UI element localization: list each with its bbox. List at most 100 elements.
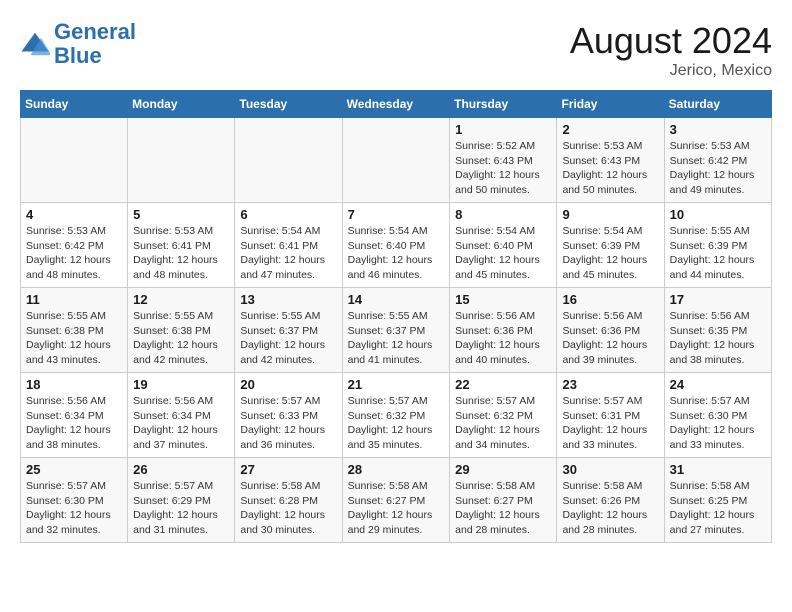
- day-number: 17: [670, 292, 766, 307]
- calendar-cell: 26Sunrise: 5:57 AM Sunset: 6:29 PM Dayli…: [128, 458, 235, 543]
- weekday-header-saturday: Saturday: [664, 91, 771, 118]
- day-number: 27: [240, 462, 336, 477]
- calendar-cell: 25Sunrise: 5:57 AM Sunset: 6:30 PM Dayli…: [21, 458, 128, 543]
- calendar-week-5: 25Sunrise: 5:57 AM Sunset: 6:30 PM Dayli…: [21, 458, 772, 543]
- calendar-cell: 22 Sunrise: 5:57 AM Sunset: 6:32 PM Dayli…: [450, 373, 557, 458]
- day-number: 22: [455, 377, 551, 392]
- day-number: 16: [562, 292, 658, 307]
- day-info: Sunrise: 5:57 AM Sunset: 6:31 PM Dayligh…: [562, 394, 658, 453]
- weekday-header-friday: Friday: [557, 91, 664, 118]
- calendar-cell: 27Sunrise: 5:58 AM Sunset: 6:28 PM Dayli…: [235, 458, 342, 543]
- day-number: 20: [240, 377, 336, 392]
- day-number: 15: [455, 292, 551, 307]
- day-number: 14: [348, 292, 445, 307]
- calendar-cell: 17Sunrise: 5:56 AM Sunset: 6:35 PM Dayli…: [664, 288, 771, 373]
- calendar-cell: 1 Sunrise: 5:52 AM Sunset: 6:43 PM Daylig…: [450, 118, 557, 203]
- calendar-cell: 2 Sunrise: 5:53 AM Sunset: 6:43 PM Daylig…: [557, 118, 664, 203]
- day-info: Sunrise: 5:57 AM Sunset: 6:32 PM Dayligh…: [455, 394, 551, 453]
- day-info: Sunrise: 5:55 AM Sunset: 6:37 PM Dayligh…: [240, 309, 336, 368]
- day-info: Sunrise: 5:58 AM Sunset: 6:25 PM Dayligh…: [670, 479, 766, 538]
- day-number: 21: [348, 377, 445, 392]
- weekday-header-sunday: Sunday: [21, 91, 128, 118]
- day-info: Sunrise: 5:58 AM Sunset: 6:27 PM Dayligh…: [455, 479, 551, 538]
- day-number: 4: [26, 207, 122, 222]
- calendar-cell: 8 Sunrise: 5:54 AM Sunset: 6:40 PM Daylig…: [450, 203, 557, 288]
- day-info: Sunrise: 5:53 AM Sunset: 6:42 PM Dayligh…: [670, 139, 766, 198]
- logo-text: General Blue: [54, 20, 136, 68]
- day-info: Sunrise: 5:54 AM Sunset: 6:41 PM Dayligh…: [240, 224, 336, 283]
- calendar-cell: [128, 118, 235, 203]
- calendar-cell: 3 Sunrise: 5:53 AM Sunset: 6:42 PM Daylig…: [664, 118, 771, 203]
- day-info: Sunrise: 5:54 AM Sunset: 6:40 PM Dayligh…: [348, 224, 445, 283]
- day-info: Sunrise: 5:56 AM Sunset: 6:36 PM Dayligh…: [562, 309, 658, 368]
- day-number: 9: [562, 207, 658, 222]
- day-number: 23: [562, 377, 658, 392]
- month-year-title: August 2024: [570, 20, 772, 62]
- day-number: 12: [133, 292, 229, 307]
- day-number: 31: [670, 462, 766, 477]
- day-info: Sunrise: 5:52 AM Sunset: 6:43 PM Dayligh…: [455, 139, 551, 198]
- day-info: Sunrise: 5:57 AM Sunset: 6:32 PM Dayligh…: [348, 394, 445, 453]
- calendar-cell: [21, 118, 128, 203]
- calendar-cell: 10 Sunrise: 5:55 AM Sunset: 6:39 PM Dayli…: [664, 203, 771, 288]
- day-number: 8: [455, 207, 551, 222]
- day-info: Sunrise: 5:58 AM Sunset: 6:27 PM Dayligh…: [348, 479, 445, 538]
- day-number: 19: [133, 377, 229, 392]
- day-info: Sunrise: 5:55 AM Sunset: 6:39 PM Dayligh…: [670, 224, 766, 283]
- day-info: Sunrise: 5:53 AM Sunset: 6:41 PM Dayligh…: [133, 224, 229, 283]
- day-info: Sunrise: 5:55 AM Sunset: 6:38 PM Dayligh…: [26, 309, 122, 368]
- day-info: Sunrise: 5:58 AM Sunset: 6:26 PM Dayligh…: [562, 479, 658, 538]
- calendar-cell: [235, 118, 342, 203]
- day-number: 29: [455, 462, 551, 477]
- calendar-body: 1 Sunrise: 5:52 AM Sunset: 6:43 PM Daylig…: [21, 118, 772, 543]
- calendar-cell: [342, 118, 450, 203]
- weekday-header-tuesday: Tuesday: [235, 91, 342, 118]
- logo-icon: [20, 29, 50, 59]
- calendar-week-1: 1 Sunrise: 5:52 AM Sunset: 6:43 PM Daylig…: [21, 118, 772, 203]
- day-info: Sunrise: 5:56 AM Sunset: 6:34 PM Dayligh…: [26, 394, 122, 453]
- calendar-week-2: 4 Sunrise: 5:53 AM Sunset: 6:42 PM Daylig…: [21, 203, 772, 288]
- calendar-cell: 11Sunrise: 5:55 AM Sunset: 6:38 PM Dayli…: [21, 288, 128, 373]
- calendar-cell: 30Sunrise: 5:58 AM Sunset: 6:26 PM Dayli…: [557, 458, 664, 543]
- day-number: 1: [455, 122, 551, 137]
- calendar-cell: 12 Sunrise: 5:55 AM Sunset: 6:38 PM Dayli…: [128, 288, 235, 373]
- calendar-cell: 7Sunrise: 5:54 AM Sunset: 6:40 PM Daylig…: [342, 203, 450, 288]
- day-info: Sunrise: 5:53 AM Sunset: 6:42 PM Dayligh…: [26, 224, 122, 283]
- day-info: Sunrise: 5:55 AM Sunset: 6:38 PM Dayligh…: [133, 309, 229, 368]
- calendar-week-3: 11Sunrise: 5:55 AM Sunset: 6:38 PM Dayli…: [21, 288, 772, 373]
- day-number: 10: [670, 207, 766, 222]
- day-info: Sunrise: 5:56 AM Sunset: 6:34 PM Dayligh…: [133, 394, 229, 453]
- day-number: 2: [562, 122, 658, 137]
- day-info: Sunrise: 5:57 AM Sunset: 6:33 PM Dayligh…: [240, 394, 336, 453]
- calendar-cell: 23 Sunrise: 5:57 AM Sunset: 6:31 PM Dayli…: [557, 373, 664, 458]
- calendar-cell: 29 Sunrise: 5:58 AM Sunset: 6:27 PM Dayli…: [450, 458, 557, 543]
- weekday-header-thursday: Thursday: [450, 91, 557, 118]
- day-number: 28: [348, 462, 445, 477]
- location-label: Jerico, Mexico: [570, 62, 772, 80]
- day-info: Sunrise: 5:53 AM Sunset: 6:43 PM Dayligh…: [562, 139, 658, 198]
- calendar-cell: 16 Sunrise: 5:56 AM Sunset: 6:36 PM Dayli…: [557, 288, 664, 373]
- weekday-header-wednesday: Wednesday: [342, 91, 450, 118]
- weekday-header-monday: Monday: [128, 91, 235, 118]
- title-block: August 2024 Jerico, Mexico: [570, 20, 772, 80]
- day-number: 6: [240, 207, 336, 222]
- calendar-cell: 4 Sunrise: 5:53 AM Sunset: 6:42 PM Daylig…: [21, 203, 128, 288]
- day-number: 3: [670, 122, 766, 137]
- day-number: 24: [670, 377, 766, 392]
- day-info: Sunrise: 5:54 AM Sunset: 6:40 PM Dayligh…: [455, 224, 551, 283]
- day-number: 18: [26, 377, 122, 392]
- weekday-header-row: SundayMondayTuesdayWednesdayThursdayFrid…: [21, 91, 772, 118]
- day-info: Sunrise: 5:55 AM Sunset: 6:37 PM Dayligh…: [348, 309, 445, 368]
- day-number: 13: [240, 292, 336, 307]
- calendar-cell: 24 Sunrise: 5:57 AM Sunset: 6:30 PM Dayli…: [664, 373, 771, 458]
- day-info: Sunrise: 5:54 AM Sunset: 6:39 PM Dayligh…: [562, 224, 658, 283]
- calendar-cell: 21 Sunrise: 5:57 AM Sunset: 6:32 PM Dayli…: [342, 373, 450, 458]
- calendar-cell: 31 Sunrise: 5:58 AM Sunset: 6:25 PM Dayli…: [664, 458, 771, 543]
- calendar-cell: 6 Sunrise: 5:54 AM Sunset: 6:41 PM Daylig…: [235, 203, 342, 288]
- calendar-cell: 13 Sunrise: 5:55 AM Sunset: 6:37 PM Dayli…: [235, 288, 342, 373]
- calendar-cell: 15Sunrise: 5:56 AM Sunset: 6:36 PM Dayli…: [450, 288, 557, 373]
- calendar-cell: 20 Sunrise: 5:57 AM Sunset: 6:33 PM Dayli…: [235, 373, 342, 458]
- day-info: Sunrise: 5:57 AM Sunset: 6:30 PM Dayligh…: [26, 479, 122, 538]
- day-info: Sunrise: 5:57 AM Sunset: 6:30 PM Dayligh…: [670, 394, 766, 453]
- calendar-header: SundayMondayTuesdayWednesdayThursdayFrid…: [21, 91, 772, 118]
